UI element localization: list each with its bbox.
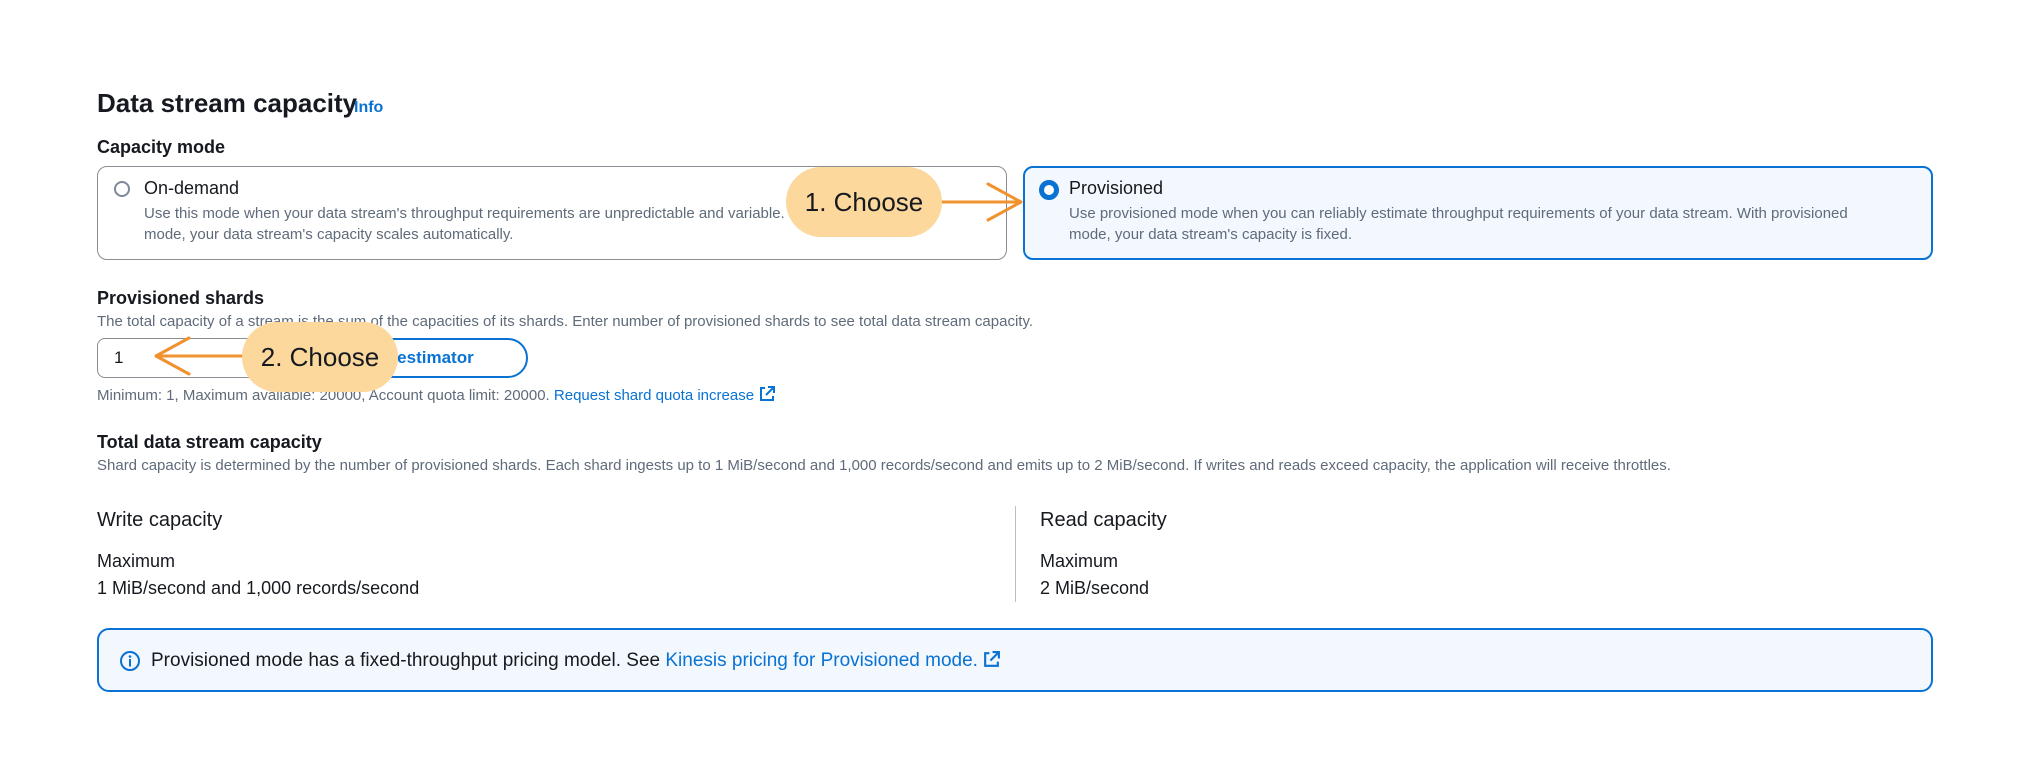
step2-callout: 2. Choose <box>242 322 398 392</box>
arrow-icon <box>154 336 247 376</box>
step1-callout: 1. Choose <box>786 167 942 237</box>
arrow-icon <box>940 182 1023 222</box>
